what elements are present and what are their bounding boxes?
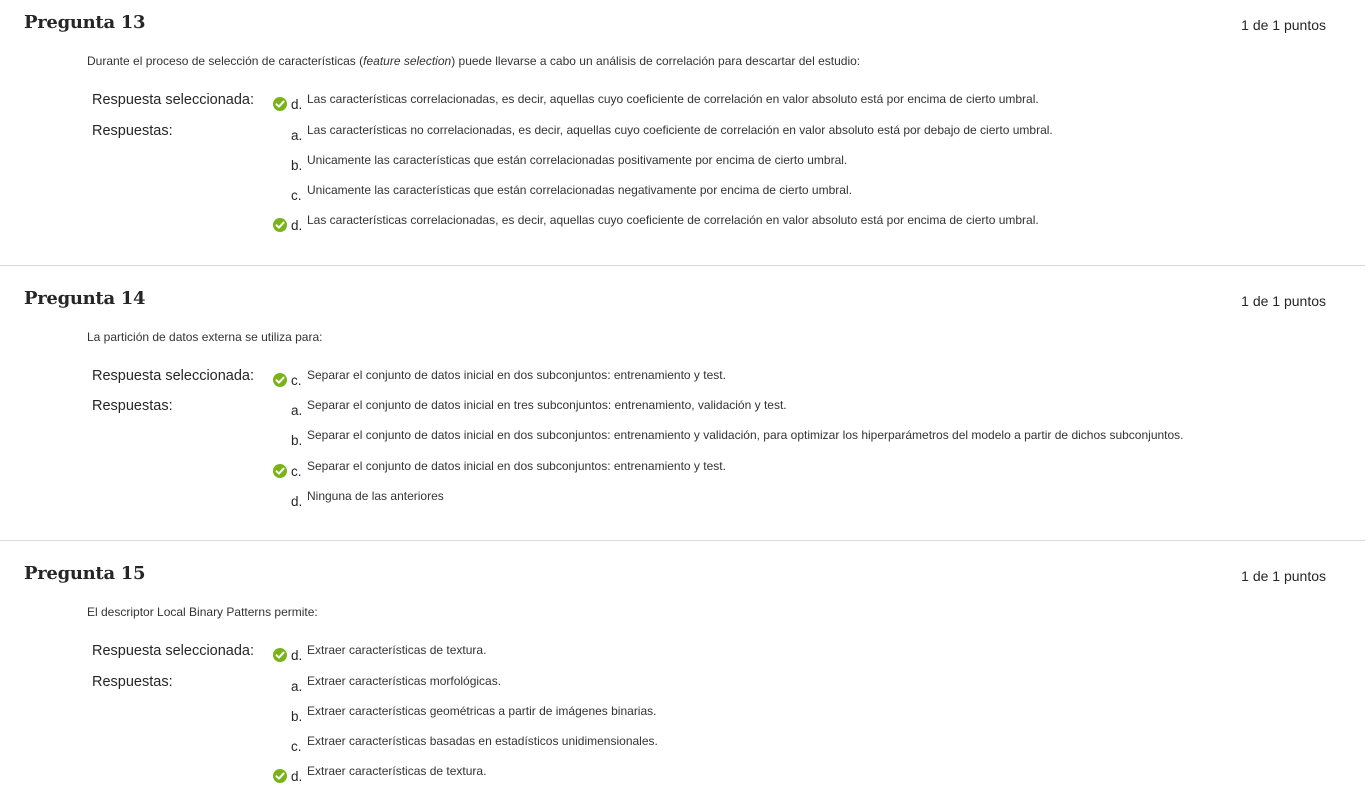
check-circle-icon	[273, 97, 287, 111]
answer-option-c: c. Extraer características basadas en es…	[270, 734, 1360, 754]
answer-option-c: c. Separar el conjunto de datos inicial …	[270, 459, 1360, 479]
answer-option-b: b. Separar el conjunto de datos inicial …	[270, 428, 1360, 448]
question-points: 1 de 1 puntos	[1241, 568, 1326, 584]
answer-text: Las características correlacionadas, es …	[307, 213, 1039, 227]
answer-letter: b.	[291, 709, 303, 724]
answers-label: Respuestas:	[92, 123, 173, 139]
answer-letter: d.	[291, 494, 303, 509]
answer-text: Las características no correlacionadas, …	[307, 123, 1053, 137]
answer-option-a: a. Extraer características morfológicas.	[270, 674, 1360, 694]
selected-answer-label: Respuesta seleccionada:	[92, 368, 255, 384]
question-title: Pregunta 13	[24, 12, 146, 33]
answer-letter: b.	[291, 158, 303, 173]
selected-answer: c. Separar el conjunto de datos inicial …	[270, 368, 1360, 388]
selected-answer: d. Extraer características de textura.	[270, 643, 1360, 663]
answer-option-b: b. Extraer características geométricas a…	[270, 704, 1360, 724]
answer-option-a: a. Las características no correlacionada…	[270, 123, 1360, 143]
answer-option-d: d. Ninguna de las anteriores	[270, 489, 1360, 509]
answer-option-d: d. Las características correlacionadas, …	[270, 213, 1360, 233]
question-15: Pregunta 15 1 de 1 puntos El descriptor …	[0, 563, 1365, 790]
answer-option-a: a. Separar el conjunto de datos inicial …	[270, 398, 1360, 418]
answer-letter: c.	[291, 373, 302, 388]
question-text: La partición de datos externa se utiliza…	[87, 330, 323, 344]
answer-letter: c.	[291, 188, 302, 203]
answer-option-d: d. Extraer características de textura.	[270, 764, 1360, 784]
answers-label: Respuestas:	[92, 398, 173, 414]
answer-letter: d.	[291, 769, 303, 784]
question-points: 1 de 1 puntos	[1241, 17, 1326, 33]
answer-option-b: b. Unicamente las características que es…	[270, 153, 1360, 173]
answer-letter: d.	[291, 218, 303, 233]
selected-answer: d. Las características correlacionadas, …	[270, 92, 1360, 112]
answer-text: Extraer características de textura.	[307, 764, 487, 778]
question-divider	[0, 540, 1365, 541]
answer-text: Separar el conjunto de datos inicial en …	[307, 398, 787, 412]
answer-text: Extraer características morfológicas.	[307, 674, 502, 688]
selected-answer-label: Respuesta seleccionada:	[92, 643, 255, 659]
check-circle-icon	[273, 648, 287, 662]
answers-label: Respuestas:	[92, 674, 173, 690]
answer-letter: c.	[291, 739, 302, 754]
answer-text: Separar el conjunto de datos inicial en …	[307, 428, 1184, 442]
answer-text: Extraer características basadas en estad…	[307, 734, 658, 748]
question-title: Pregunta 14	[24, 288, 146, 309]
question-13: Pregunta 13 1 de 1 puntos Durante el pro…	[0, 12, 1365, 262]
check-circle-icon	[273, 464, 287, 478]
answer-text: Unicamente las características que están…	[307, 153, 848, 167]
answer-letter: a.	[291, 128, 303, 143]
answer-letter: a.	[291, 679, 303, 694]
question-divider	[0, 265, 1365, 266]
check-circle-icon	[273, 218, 287, 232]
check-circle-icon	[273, 373, 287, 387]
answer-text: Extraer características de textura.	[307, 643, 487, 657]
question-14: Pregunta 14 1 de 1 puntos La partición d…	[0, 288, 1365, 538]
answer-text: Ninguna de las anteriores	[307, 489, 444, 503]
answer-letter: d.	[291, 97, 303, 112]
answer-text: Unicamente las características que están…	[307, 183, 852, 197]
selected-answer-label: Respuesta seleccionada:	[92, 92, 255, 108]
question-title: Pregunta 15	[24, 563, 146, 584]
answer-text: Separar el conjunto de datos inicial en …	[307, 459, 726, 473]
answer-option-c: c. Unicamente las características que es…	[270, 183, 1360, 203]
answer-letter: c.	[291, 464, 302, 479]
check-circle-icon	[273, 769, 287, 783]
question-text: El descriptor Local Binary Patterns perm…	[87, 605, 318, 619]
answer-text: Las características correlacionadas, es …	[307, 92, 1039, 106]
answer-letter: b.	[291, 433, 303, 448]
answer-letter: d.	[291, 648, 303, 663]
question-points: 1 de 1 puntos	[1241, 293, 1326, 309]
answer-letter: a.	[291, 403, 303, 418]
answer-text: Extraer características geométricas a pa…	[307, 704, 657, 718]
answer-text: Separar el conjunto de datos inicial en …	[307, 368, 726, 382]
question-text: Durante el proceso de selección de carac…	[87, 54, 861, 68]
